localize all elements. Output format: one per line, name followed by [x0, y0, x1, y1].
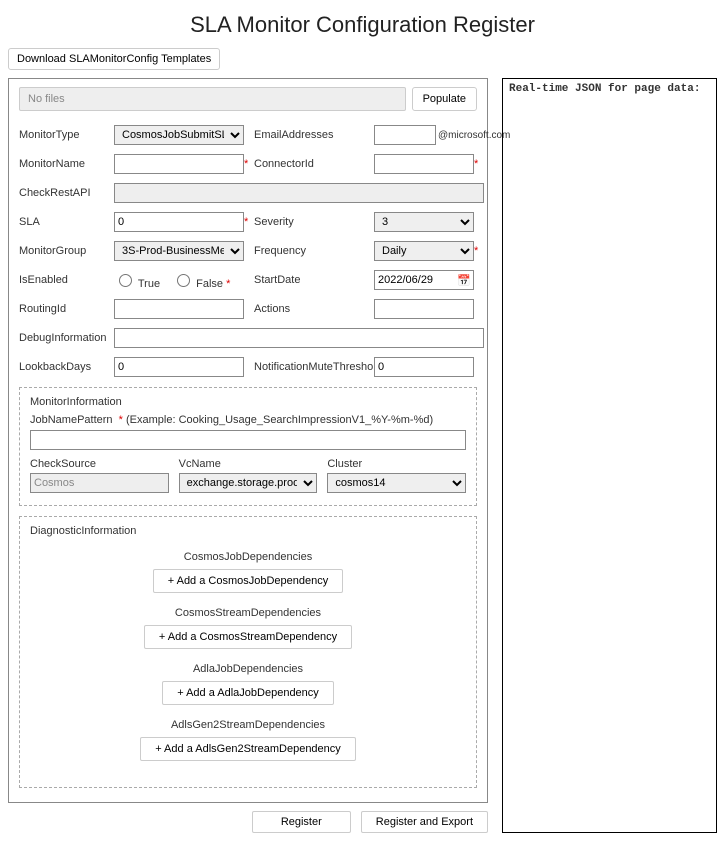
label-vc-name: VcName	[179, 458, 318, 470]
required-star: *	[119, 414, 123, 426]
calendar-icon[interactable]: 📅	[457, 274, 471, 287]
label-start-date: StartDate	[254, 274, 374, 286]
dep-block-adla-job: AdlaJobDependencies + Add a AdlaJobDepen…	[30, 663, 466, 705]
frequency-select[interactable]: Daily	[374, 241, 474, 261]
lookback-days-input[interactable]	[114, 357, 244, 377]
vc-name-select[interactable]: exchange.storage.prod	[179, 473, 318, 493]
label-actions: Actions	[254, 303, 374, 315]
json-preview-panel: Real-time JSON for page data:	[502, 78, 717, 833]
email-suffix: @microsoft.com	[438, 130, 510, 141]
monitor-info-title: MonitorInformation	[30, 396, 466, 408]
label-email-addresses: EmailAddresses	[254, 129, 374, 141]
check-rest-api-input	[114, 183, 484, 203]
cluster-select[interactable]: cosmos14	[327, 473, 466, 493]
check-source-input	[30, 473, 169, 493]
label-cluster: Cluster	[327, 458, 466, 470]
label-check-source: CheckSource	[30, 458, 169, 470]
dep-block-cosmos-job: CosmosJobDependencies + Add a CosmosJobD…	[30, 551, 466, 593]
form-panel: No files Populate MonitorType CosmosJobS…	[8, 78, 488, 803]
label-job-name-pattern: JobNamePattern	[30, 414, 113, 426]
add-adla-job-dep-button[interactable]: + Add a AdlaJobDependency	[162, 681, 334, 705]
label-frequency: Frequency	[254, 245, 374, 257]
dep-title: AdlaJobDependencies	[30, 663, 466, 675]
monitor-group-select[interactable]: 3S-Prod-BusinessMetrics	[114, 241, 244, 261]
required-star: *	[474, 158, 484, 170]
label-routing-id: RoutingId	[19, 303, 114, 315]
radio-true[interactable]: True	[114, 271, 160, 290]
add-adls-gen2-dep-button[interactable]: + Add a AdlsGen2StreamDependency	[140, 737, 356, 761]
dep-title: CosmosStreamDependencies	[30, 607, 466, 619]
label-sla: SLA	[19, 216, 114, 228]
register-button[interactable]: Register	[252, 811, 351, 833]
sla-input[interactable]	[114, 212, 244, 232]
email-input[interactable]	[374, 125, 436, 145]
monitor-information-section: MonitorInformation JobNamePattern * (Exa…	[19, 387, 477, 506]
diag-title: DiagnosticInformation	[30, 525, 466, 537]
routing-id-input[interactable]	[114, 299, 244, 319]
dep-title: AdlsGen2StreamDependencies	[30, 719, 466, 731]
label-severity: Severity	[254, 216, 374, 228]
label-lookback-days: LookbackDays	[19, 361, 114, 373]
label-connector-id: ConnectorId	[254, 158, 374, 170]
register-export-button[interactable]: Register and Export	[361, 811, 488, 833]
debug-info-input[interactable]	[114, 328, 484, 348]
start-date-input[interactable]	[375, 271, 457, 289]
json-preview-title: Real-time JSON for page data:	[509, 83, 710, 95]
radio-false[interactable]: False *	[172, 271, 230, 290]
label-notif-mute: NotificationMuteThreshold	[254, 361, 374, 373]
actions-input[interactable]	[374, 299, 474, 319]
download-templates-button[interactable]: Download SLAMonitorConfig Templates	[8, 48, 220, 70]
dep-block-cosmos-stream: CosmosStreamDependencies + Add a CosmosS…	[30, 607, 466, 649]
populate-button[interactable]: Populate	[412, 87, 477, 111]
label-monitor-type: MonitorType	[19, 129, 114, 141]
label-check-rest-api: CheckRestAPI	[19, 187, 114, 199]
diagnostic-information-section: DiagnosticInformation CosmosJobDependenc…	[19, 516, 477, 788]
add-cosmos-job-dep-button[interactable]: + Add a CosmosJobDependency	[153, 569, 344, 593]
add-cosmos-stream-dep-button[interactable]: + Add a CosmosStreamDependency	[144, 625, 352, 649]
required-star: *	[474, 245, 484, 257]
dep-title: CosmosJobDependencies	[30, 551, 466, 563]
connector-id-input[interactable]	[374, 154, 474, 174]
required-star: *	[244, 216, 254, 228]
dep-block-adls-gen2: AdlsGen2StreamDependencies + Add a AdlsG…	[30, 719, 466, 761]
required-star: *	[244, 158, 254, 170]
label-is-enabled: IsEnabled	[19, 274, 114, 286]
notif-mute-input[interactable]	[374, 357, 474, 377]
label-monitor-group: MonitorGroup	[19, 245, 114, 257]
monitor-name-input[interactable]	[114, 154, 244, 174]
monitor-type-select[interactable]: CosmosJobSubmitSLA	[114, 125, 244, 145]
file-input-placeholder[interactable]: No files	[19, 87, 406, 111]
label-debug-info: DebugInformation	[19, 332, 114, 344]
job-name-example: (Example: Cooking_Usage_SearchImpression…	[126, 414, 433, 426]
job-name-pattern-input[interactable]	[30, 430, 466, 450]
page-title: SLA Monitor Configuration Register	[8, 12, 717, 38]
severity-select[interactable]: 3	[374, 212, 474, 232]
label-monitor-name: MonitorName	[19, 158, 114, 170]
